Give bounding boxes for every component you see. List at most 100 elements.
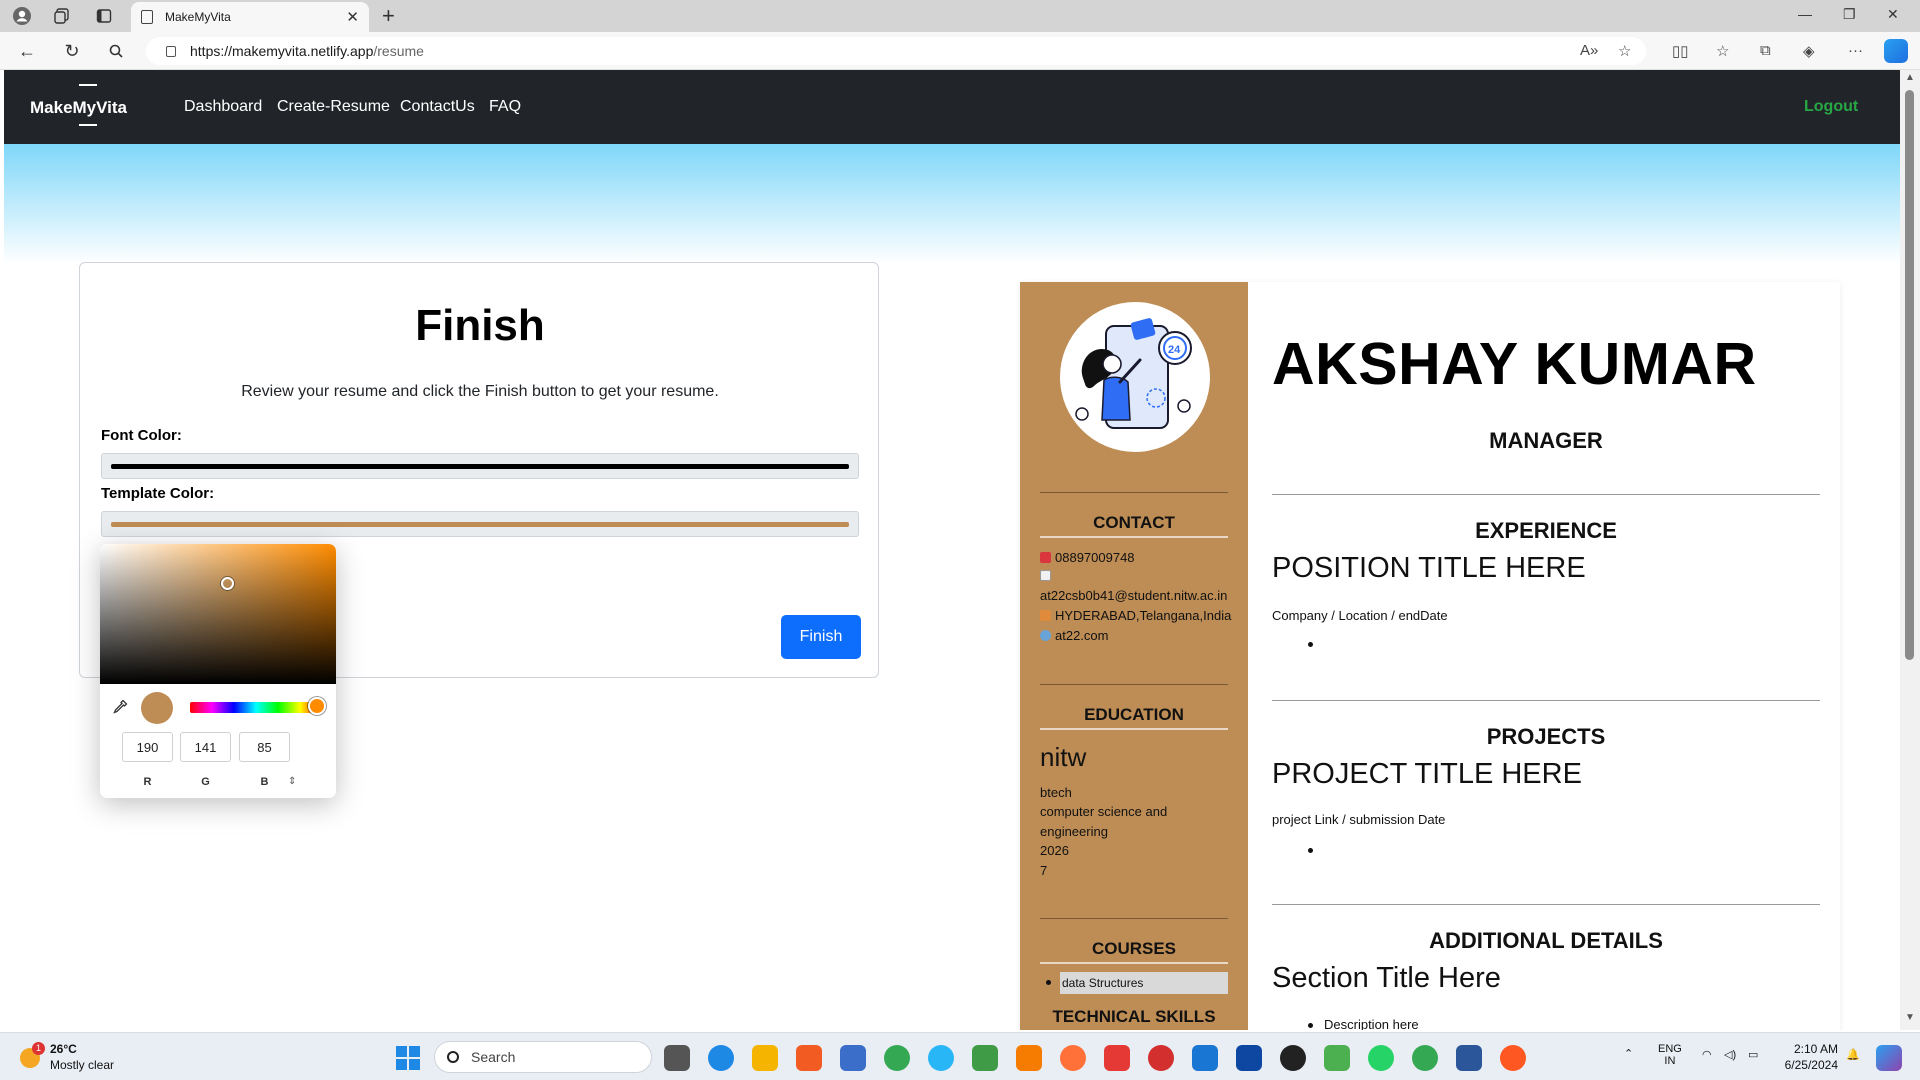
eyedropper-icon[interactable]	[112, 699, 128, 720]
project-title: PROJECT TITLE HERE	[1272, 758, 1582, 790]
video-player-icon[interactable]	[1148, 1045, 1174, 1071]
scroll-thumb[interactable]	[1905, 90, 1914, 660]
battery-icon[interactable]: ▭	[1748, 1048, 1758, 1061]
hue-slider[interactable]	[190, 697, 326, 715]
globe-icon	[1040, 630, 1051, 641]
whatsapp-icon[interactable]	[1368, 1045, 1394, 1071]
weather-temp[interactable]: 26°C	[50, 1042, 77, 1056]
start-icon[interactable]	[396, 1046, 420, 1070]
search-icon	[447, 1051, 459, 1063]
scroll-up-icon[interactable]: ▲	[1905, 72, 1915, 83]
weather-badge: 1	[32, 1042, 45, 1055]
finish-button[interactable]: Finish	[781, 615, 861, 659]
volume-icon[interactable]: ◁)	[1724, 1048, 1736, 1061]
workspaces-icon[interactable]	[50, 4, 74, 28]
postman-icon[interactable]	[1500, 1045, 1526, 1071]
copilot-icon[interactable]	[1884, 39, 1908, 63]
nav-create-resume[interactable]: Create-Resume	[277, 98, 390, 116]
restore-icon[interactable]: ❐	[1843, 6, 1856, 23]
window-close-icon[interactable]: ✕	[1887, 6, 1899, 23]
task-view-icon[interactable]	[664, 1045, 690, 1071]
page-scrollbar[interactable]: ▲ ▼	[1900, 70, 1920, 1030]
favorite-star-icon[interactable]: ☆	[1618, 42, 1631, 60]
hue-slider-handle[interactable]	[308, 697, 326, 715]
profile-icon[interactable]	[10, 4, 34, 28]
language-indicator[interactable]: ENG IN	[1658, 1043, 1682, 1067]
education-branch-cont: engineering	[1040, 824, 1108, 839]
taskbar-clock[interactable]: 2:10 AM 6/25/2024	[1768, 1041, 1838, 1073]
font-color-input[interactable]	[101, 453, 859, 479]
page-icon	[141, 10, 153, 24]
help-icon[interactable]	[928, 1045, 954, 1071]
edge-icon[interactable]	[708, 1045, 734, 1071]
contact-email: at22csb0b41@student.nitw.ac.in	[1040, 588, 1228, 603]
template-color-input[interactable]	[101, 511, 859, 537]
resume-sidebar: 24 CONTACT 08897009748 at22csb0b41@stude…	[1020, 282, 1248, 1030]
logout-link[interactable]: Logout	[1804, 98, 1858, 116]
format-toggle-icon[interactable]: ⇕	[288, 776, 296, 787]
browser-tab[interactable]: MakeMyVita ✕	[131, 2, 369, 32]
svg-text:24: 24	[1168, 344, 1181, 356]
lang-bottom: IN	[1664, 1055, 1676, 1067]
firefox-icon[interactable]	[1060, 1045, 1086, 1071]
brand-logo[interactable]: MakeMyVita	[30, 84, 127, 126]
chevron-up-icon[interactable]: ⌃	[1624, 1047, 1633, 1060]
font-color-swatch	[111, 464, 849, 469]
brave-icon[interactable]	[796, 1045, 822, 1071]
refresh-icon[interactable]: ↻	[60, 40, 84, 62]
taskbar-search[interactable]: Search	[434, 1041, 652, 1073]
url-field[interactable]: https://makemyvita.netlify.app/resume	[146, 37, 1646, 65]
additional-section-title: Section Title Here	[1272, 962, 1501, 994]
bullet	[1046, 980, 1051, 985]
divider	[1040, 536, 1228, 538]
media-icon[interactable]	[972, 1045, 998, 1071]
app-icon[interactable]	[1016, 1045, 1042, 1071]
dev-app-icon[interactable]	[1236, 1045, 1262, 1071]
favorites-icon[interactable]: ☆	[1716, 42, 1729, 60]
green-input[interactable]	[180, 732, 231, 762]
tab-title: MakeMyVita	[165, 10, 231, 24]
mail-icon	[1040, 568, 1055, 583]
vscode-icon[interactable]	[1192, 1045, 1218, 1071]
additional-description: Description here	[1324, 1017, 1419, 1030]
scroll-down-icon[interactable]: ▼	[1905, 1012, 1915, 1023]
back-icon[interactable]: ←	[15, 40, 39, 62]
wifi-icon[interactable]: ◠	[1702, 1048, 1712, 1061]
github-icon[interactable]	[1280, 1045, 1306, 1071]
experience-meta: Company / Location / endDate	[1272, 608, 1448, 623]
more-menu-icon[interactable]: ···	[1848, 42, 1863, 59]
close-icon[interactable]: ✕	[346, 8, 359, 26]
copilot-taskbar-icon[interactable]	[1876, 1045, 1902, 1071]
store-icon[interactable]	[840, 1045, 866, 1071]
read-aloud-icon[interactable]: A»	[1580, 42, 1598, 59]
nav-dashboard[interactable]: Dashboard	[184, 98, 262, 116]
search-icon[interactable]	[104, 40, 128, 62]
blue-input[interactable]	[239, 732, 290, 762]
youtube-icon[interactable]	[1104, 1045, 1130, 1071]
split-screen-icon[interactable]: ▯▯	[1672, 42, 1689, 60]
nav-faq[interactable]: FAQ	[489, 98, 521, 116]
file-explorer-icon[interactable]	[752, 1045, 778, 1071]
divider	[1040, 492, 1228, 493]
tab-actions-icon[interactable]	[92, 4, 116, 28]
green-label: G	[201, 776, 210, 788]
contact-address: HYDERABAD,Telangana,India	[1040, 608, 1231, 623]
page-viewport: MakeMyVita Dashboard Create-Resume Conta…	[4, 70, 1900, 1030]
notepad-icon[interactable]	[1324, 1045, 1350, 1071]
red-input[interactable]	[122, 732, 173, 762]
chrome-icon[interactable]	[884, 1045, 910, 1071]
saturation-handle[interactable]	[221, 577, 234, 590]
notification-bell-icon[interactable]: 🔔	[1846, 1048, 1860, 1061]
minimize-icon[interactable]: —	[1798, 6, 1812, 22]
nav-contact-us[interactable]: ContactUs	[400, 98, 475, 116]
plus-icon[interactable]: +	[382, 3, 395, 29]
divider	[1272, 700, 1820, 701]
chrome-icon[interactable]	[1412, 1045, 1438, 1071]
resume-preview: 24 CONTACT 08897009748 at22csb0b41@stude…	[1020, 282, 1840, 1030]
saturation-area[interactable]	[100, 544, 336, 684]
word-icon[interactable]	[1456, 1045, 1482, 1071]
weather-desc[interactable]: Mostly clear	[50, 1058, 114, 1072]
extension-icon[interactable]: ◈	[1803, 42, 1815, 60]
collections-icon[interactable]: ⧉	[1760, 42, 1771, 59]
weather-icon[interactable]: 1	[18, 1042, 48, 1070]
